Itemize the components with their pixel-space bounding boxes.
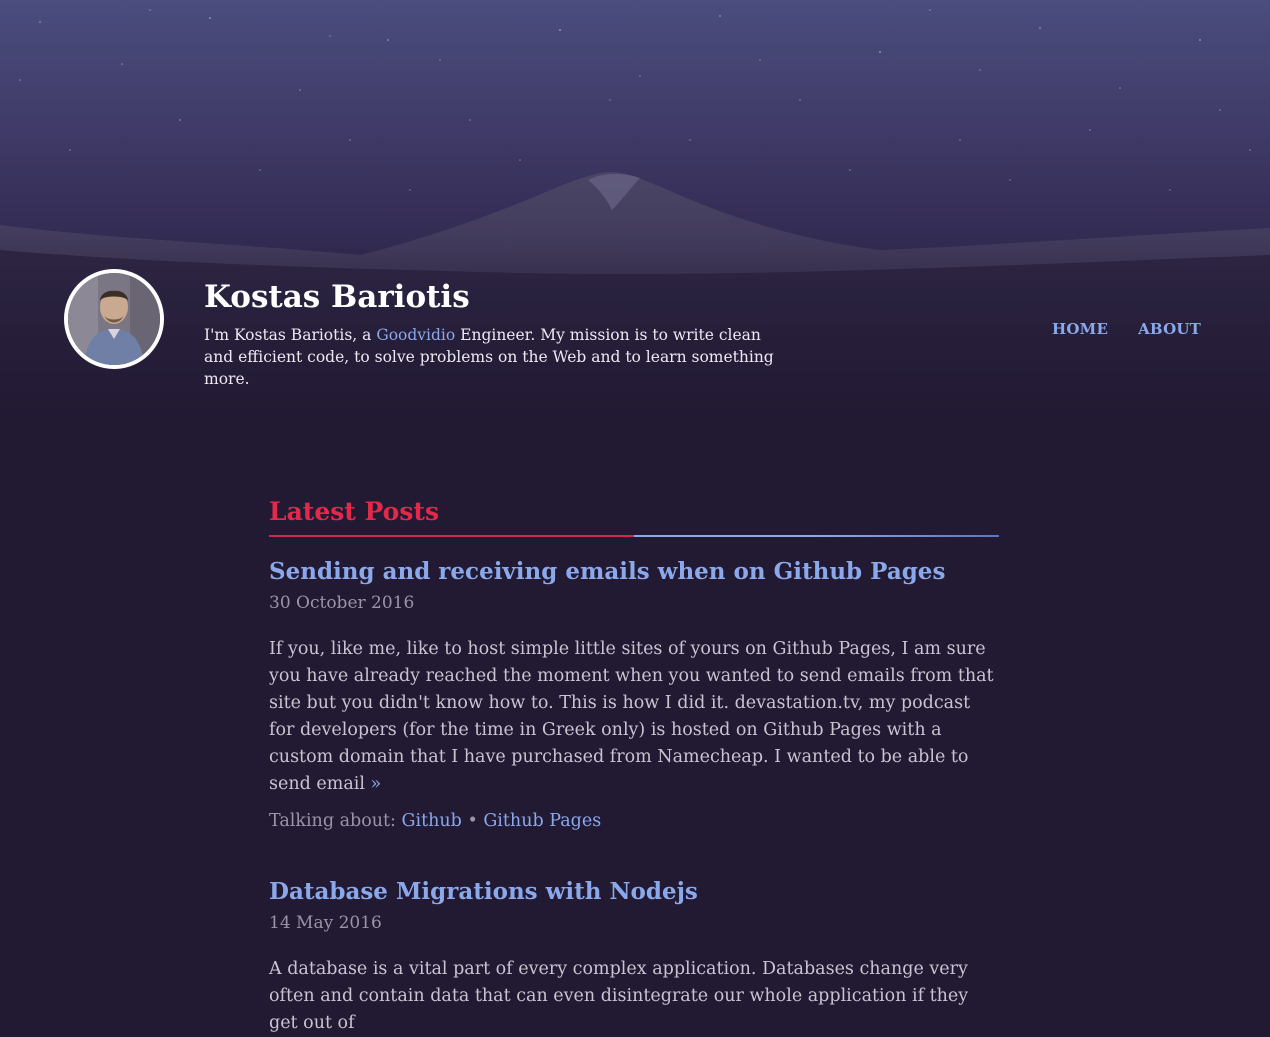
main-nav: HOME ABOUT [1052,318,1201,340]
post-excerpt: If you, like me, like to host simple lit… [269,636,999,798]
tag-link-github-pages[interactable]: Github Pages [483,811,601,831]
tagline-prefix: I'm Kostas Bariotis, a [204,326,377,344]
post-excerpt: A database is a vital part of every comp… [269,956,999,1037]
post-excerpt-text: A database is a vital part of every comp… [269,959,969,1033]
post-item: Sending and receiving emails when on Git… [269,555,999,835]
site-title[interactable]: Kostas Bariotis [204,278,470,316]
main-content: Latest Posts Sending and receiving email… [269,492,999,1037]
post-title-link[interactable]: Database Migrations with Nodejs [269,875,999,909]
avatar[interactable] [64,269,164,369]
post-title-link[interactable]: Sending and receiving emails when on Git… [269,555,999,589]
section-title: Latest Posts [269,497,440,526]
section-divider [269,535,999,537]
post-date: 30 October 2016 [269,593,415,613]
tags-label: Talking about: [269,811,402,831]
nav-about-link[interactable]: ABOUT [1138,318,1201,340]
read-more-link[interactable]: » [371,774,382,794]
post-excerpt-text: If you, like me, like to host simple lit… [269,639,994,794]
goodvidio-link[interactable]: Goodvidio [376,326,455,344]
post-date: 14 May 2016 [269,913,382,933]
tag-link-github[interactable]: Github [402,811,462,831]
tag-separator: • [461,811,484,831]
post-item: Database Migrations with Nodejs 14 May 2… [269,875,999,1037]
nav-home-link[interactable]: HOME [1052,318,1108,340]
site-tagline: I'm Kostas Bariotis, a Goodvidio Enginee… [204,324,794,390]
profile-photo [68,273,160,365]
post-tags: Talking about: Github • Github Pages [269,808,999,835]
